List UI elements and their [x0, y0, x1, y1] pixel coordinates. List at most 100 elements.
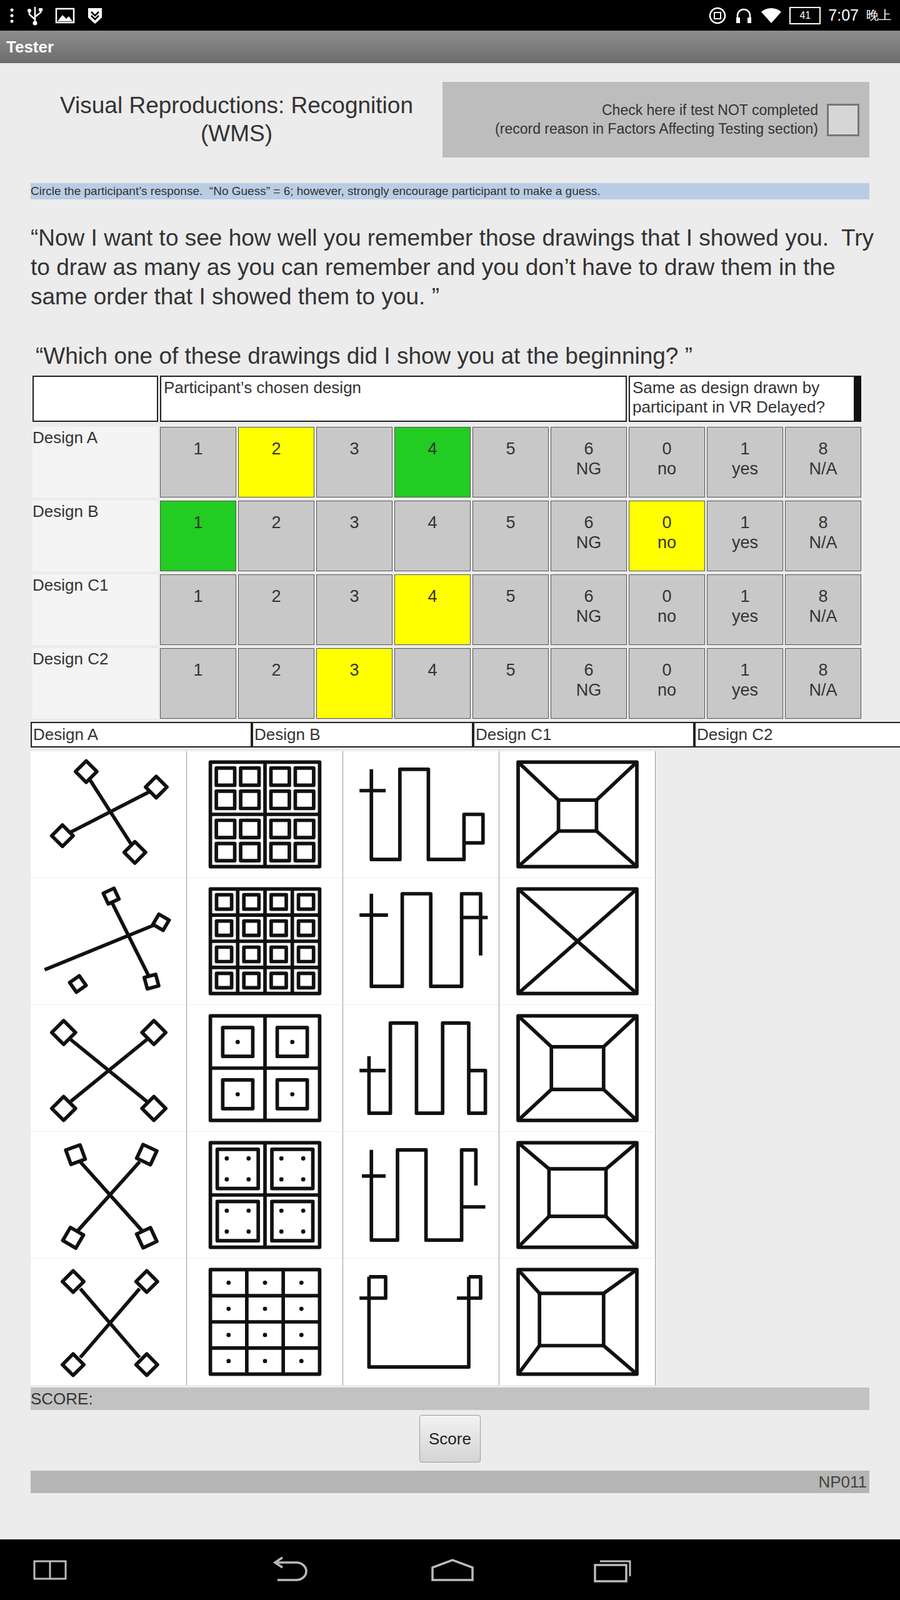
design-figure-icon: [36, 1262, 181, 1382]
option-cell[interactable]: 2: [238, 574, 315, 645]
option-cell[interactable]: 3: [316, 648, 393, 719]
score-button[interactable]: Score: [419, 1415, 481, 1463]
wifi-icon: [760, 6, 782, 25]
design-drawing: [343, 1131, 500, 1259]
option-cell[interactable]: 3: [316, 500, 393, 572]
design-drawing: [30, 878, 187, 1005]
design-figure-icon: [36, 1135, 181, 1255]
option-cell[interactable]: 1yes: [706, 426, 784, 498]
recent-apps-icon[interactable]: [592, 1556, 635, 1584]
design-drawing: [343, 1258, 500, 1386]
option-cell[interactable]: 8N/A: [785, 500, 862, 572]
design-figure-icon: [505, 755, 650, 874]
header: Visual Reproductions: Recognition (WMS)C…: [0, 81, 900, 158]
drawing-grid: [30, 751, 900, 1386]
design-label: Design C2: [694, 721, 900, 748]
option-cell[interactable]: 8N/A: [785, 426, 862, 498]
option-cell[interactable]: 2: [238, 648, 315, 719]
design-label: Design B: [251, 721, 474, 748]
design-drawing: [186, 878, 344, 1005]
option-cell[interactable]: 2: [238, 500, 315, 572]
design-label: Design A: [30, 721, 252, 748]
option-cell[interactable]: 1: [160, 500, 237, 572]
design-drawing: [30, 1131, 187, 1259]
option-cell[interactable]: 8N/A: [785, 574, 862, 645]
design-labels: Design ADesign BDesign C1Design C2: [30, 721, 900, 748]
design-drawing: [30, 1258, 187, 1386]
option-cell[interactable]: 5: [472, 500, 549, 572]
home-icon[interactable]: [428, 1557, 477, 1583]
option-cell[interactable]: 3: [316, 574, 393, 645]
clock: 7:07: [828, 6, 859, 25]
design-figure-icon: [193, 1262, 337, 1382]
overflow-icon: [8, 6, 15, 25]
not-completed-checkbox[interactable]: [826, 103, 860, 137]
design-drawing: [499, 1258, 656, 1386]
back-icon[interactable]: [266, 1556, 310, 1584]
option-cell[interactable]: 1: [160, 574, 237, 645]
option-cell[interactable]: 4: [394, 500, 471, 572]
option-cell[interactable]: 3: [316, 426, 393, 498]
row-label: Design C2: [32, 648, 159, 719]
design-figure-icon: [349, 755, 494, 874]
nav-bar: [0, 1539, 900, 1600]
design-drawing: [499, 1131, 656, 1259]
not-completed-label: Check here if test NOT completed(record …: [495, 101, 819, 139]
table-row: Design A123456NG0no1yes8N/A: [32, 426, 900, 498]
option-cell[interactable]: 1yes: [706, 574, 784, 645]
option-cell[interactable]: 1: [160, 426, 237, 498]
option-cell[interactable]: 4: [394, 574, 471, 645]
design-drawing: [499, 1005, 656, 1132]
instruction: Circle the participant’s response. “No G…: [30, 183, 870, 200]
prompt: “Which one of these drawings did I show …: [0, 341, 900, 371]
design-figure-icon: [36, 755, 181, 874]
split-screen-icon[interactable]: [32, 1557, 68, 1583]
download-shield-icon: [86, 6, 104, 25]
status-bar: 417:07晚上: [0, 0, 900, 31]
option-cell[interactable]: 5: [472, 426, 549, 498]
option-cell[interactable]: 1yes: [706, 500, 784, 572]
option-cell[interactable]: 6NG: [550, 500, 627, 572]
prompt: “Now I want to see how well you remember…: [0, 223, 900, 312]
option-cell[interactable]: 4: [394, 426, 471, 498]
app-bar: Tester: [0, 30, 900, 64]
design-figure-icon: [505, 1262, 650, 1382]
design-drawing: [30, 1005, 187, 1132]
option-cell[interactable]: 4: [394, 648, 471, 719]
option-cell[interactable]: 6NG: [550, 648, 627, 719]
row-label: Design C1: [32, 574, 159, 645]
option-cell[interactable]: 1yes: [706, 648, 784, 719]
option-cell[interactable]: 0no: [628, 574, 705, 645]
design-figure-icon: [349, 1008, 494, 1128]
table-row: Design C2123456NG0no1yes8N/A: [32, 648, 900, 719]
response-table: Participant’s chosen designSame as desig…: [32, 375, 900, 719]
headset-icon: [734, 6, 754, 25]
design-drawing: [186, 1131, 344, 1259]
design-figure-icon: [193, 1135, 337, 1255]
option-cell[interactable]: 0no: [628, 500, 705, 572]
table-header: Participant’s chosen designSame as desig…: [32, 375, 900, 422]
design-figure-icon: [505, 1135, 650, 1255]
design-figure-icon: [349, 1135, 494, 1255]
design-drawing: [499, 878, 656, 1005]
option-cell[interactable]: 1: [160, 648, 237, 719]
option-cell[interactable]: 0no: [628, 426, 705, 498]
design-figure-icon: [193, 1008, 337, 1128]
design-figure-icon: [36, 1008, 181, 1128]
design-figure-icon: [193, 755, 337, 874]
design-label: Design C1: [473, 721, 695, 748]
design-drawing: [186, 1005, 344, 1132]
screen: 417:07晚上Tester Visual Reproductions: Reco…: [0, 0, 900, 1600]
option-cell[interactable]: 0no: [628, 648, 705, 719]
option-cell[interactable]: 5: [472, 574, 549, 645]
design-figure-icon: [505, 881, 650, 1001]
design-drawing: [343, 1005, 500, 1132]
design-drawing: [343, 878, 500, 1005]
option-cell[interactable]: 8N/A: [785, 648, 862, 719]
option-cell[interactable]: 6NG: [550, 426, 627, 498]
option-cell[interactable]: 6NG: [550, 574, 627, 645]
option-cell[interactable]: 5: [472, 648, 549, 719]
image-icon: [55, 6, 75, 25]
option-cell[interactable]: 2: [238, 426, 315, 498]
design-figure-icon: [193, 881, 337, 1001]
